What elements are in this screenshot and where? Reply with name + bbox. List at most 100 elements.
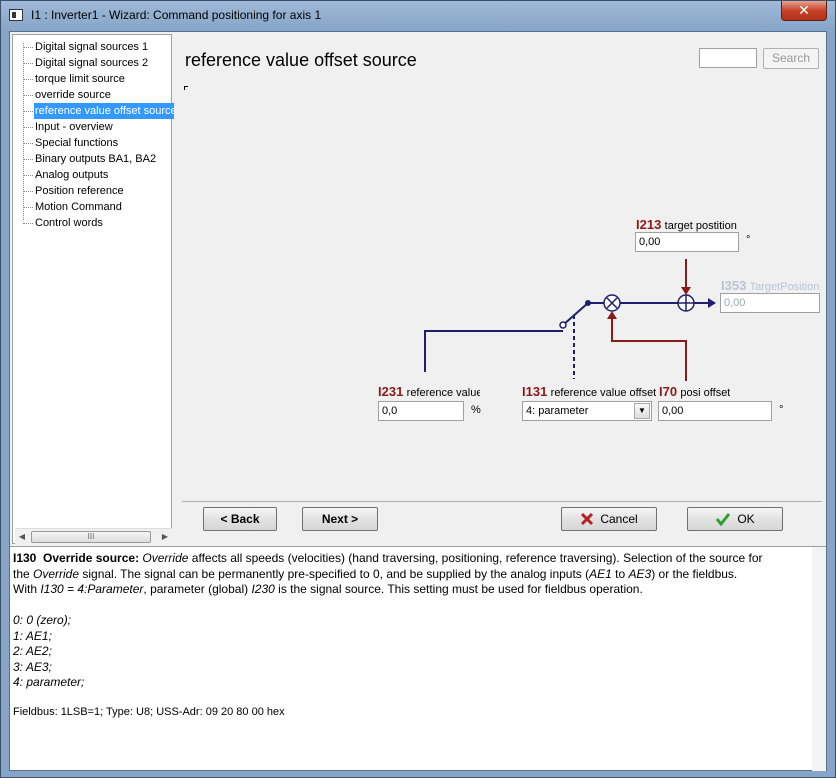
cancel-button[interactable]: Cancel [561,507,657,531]
tree-connector [23,79,33,80]
tree-item[interactable]: torque limit source [13,71,171,87]
tree-item[interactable]: Binary outputs BA1, BA2 [13,151,171,167]
cancel-label: Cancel [600,512,638,526]
help-span: affects all speeds (velocities) (hand tr… [188,551,763,565]
tree-connector [23,127,33,128]
help-text: I130 Override source: Override affects a… [13,551,813,691]
help-line: the Override signal. The signal can be p… [13,567,813,583]
tree-item[interactable]: override source [13,87,171,103]
help-fieldbus-info: Fieldbus: 1LSB=1; Type: U8; USS-Adr: 09 … [13,706,285,718]
check-icon [716,513,731,526]
help-option: 4: parameter; [13,675,85,689]
posi-offset-wire [611,319,687,381]
help-em: AE1 [589,566,612,581]
title-bar[interactable]: I1 : Inverter1 - Wizard: Command positio… [1,1,835,31]
offset-source-selected: 4: parameter [526,405,589,417]
help-span: , parameter (global) [143,582,252,596]
posi-offset-field[interactable]: 0,00 [658,401,772,421]
search-input[interactable] [699,48,757,68]
tree-connector [23,47,33,48]
tree-item[interactable]: Analog outputs [13,167,171,183]
help-span: the [13,566,34,581]
source-switch[interactable] [562,302,589,326]
tree-connector [23,175,33,176]
wizard-page: reference value offset source Search I21… [174,34,826,544]
help-line: With I130 = 4:Parameter, parameter (glob… [13,582,813,598]
search-button[interactable]: Search [763,48,819,69]
help-span: With [13,582,41,596]
tree-connector [23,143,33,144]
help-line: I130 Override source: Override affects a… [13,551,813,567]
tree-connector [23,95,33,96]
page-title: reference value offset source [185,50,417,70]
offset-path [607,259,691,381]
posi-offset-label: I70 posi offset [659,384,731,399]
close-button[interactable]: ✕ [781,1,827,21]
help-option: 0: 0 (zero); [13,613,72,627]
reference-value-field[interactable]: 0,0 [378,401,464,421]
tree-connector [23,159,33,160]
back-button[interactable]: < Back [203,507,277,531]
next-button[interactable]: Next > [302,507,378,531]
reference-value-unit: % [471,404,481,416]
tree-item[interactable]: Position reference [13,183,171,199]
help-em: AE3 [628,566,652,581]
tree-horizontal-scrollbar[interactable]: ◀ III ▶ [15,528,172,544]
help-option: 3: AE3; [13,659,52,674]
help-heading-code: I130 [13,551,37,565]
target-position-output-field: 0,00 [720,293,820,313]
tree-item-label: Analog outputs [35,169,109,181]
tree-item[interactable]: Digital signal sources 1 [13,39,171,55]
target-position-unit: ° [746,234,751,246]
tree-connector [23,207,33,208]
help-heading-title: Override source: [43,551,140,565]
tree-item[interactable]: Special functions [13,135,171,151]
window-title: I1 : Inverter1 - Wizard: Command positio… [31,8,322,22]
button-divider [182,501,822,502]
wizard-page-tree: Digital signal sources 1 Digital signal s… [12,34,178,544]
tree-item-label: torque limit source [35,73,125,85]
help-em: Override [33,566,80,581]
close-icon: ✕ [798,2,810,18]
signal-diagram: I213 target postition 0,00 ° I353 Target… [182,84,824,494]
signal-path [424,294,716,379]
help-span: ) or the fieldbus. [651,566,738,581]
target-position-field[interactable]: 0,00 [635,232,739,252]
reference-value-wire [424,330,563,372]
tree-connector [23,63,33,64]
scroll-left-icon[interactable]: ◀ [17,532,27,542]
target-position-output-label: I353 TargetPosition [721,278,820,293]
help-pane[interactable]: I130 Override source: Override affects a… [10,546,826,771]
ok-label: OK [737,512,755,526]
scroll-thumb[interactable]: III [31,531,151,543]
app-icon[interactable] [9,9,23,21]
tree-item-label: reference value offset source [34,103,178,119]
tree-item-label: Motion Command [35,201,122,213]
help-em: I130 = 4:Parameter [40,582,144,596]
posi-offset-unit: ° [779,404,784,416]
tree-item-label: Binary outputs BA1, BA2 [35,153,157,165]
output-arrow [708,298,716,308]
tree-item-label: Digital signal sources 1 [35,41,149,53]
tree-item[interactable]: Digital signal sources 2 [13,55,171,71]
tree-item-label: Control words [35,217,103,229]
tree-connector [23,191,33,192]
tree-item[interactable]: Control words [13,215,171,231]
scroll-right-icon[interactable]: ▶ [160,532,170,542]
tree-item[interactable]: Input - overview [13,119,171,135]
tree-item[interactable]: Motion Command [13,199,171,215]
tree-item[interactable]: reference value offset source [13,103,178,119]
tree-item-label: Special functions [35,137,119,149]
wizard-window: I1 : Inverter1 - Wizard: Command positio… [0,0,836,778]
target-position-label: I213 target postition [636,217,737,232]
client-area: Digital signal sources 1 Digital signal s… [9,31,827,771]
offset-source-select[interactable]: 4: parameter ▼ [522,401,652,421]
reference-value-label: I231 reference value [378,384,480,399]
ok-button[interactable]: OK [687,507,783,531]
help-em: I230 [251,582,275,596]
help-vertical-scrollbar[interactable] [812,547,826,771]
posi-offset-arrow [607,311,617,319]
help-span: to [611,566,629,581]
chevron-down-icon[interactable]: ▼ [634,403,650,419]
help-span: signal. The signal can be permanently pr… [79,566,590,581]
